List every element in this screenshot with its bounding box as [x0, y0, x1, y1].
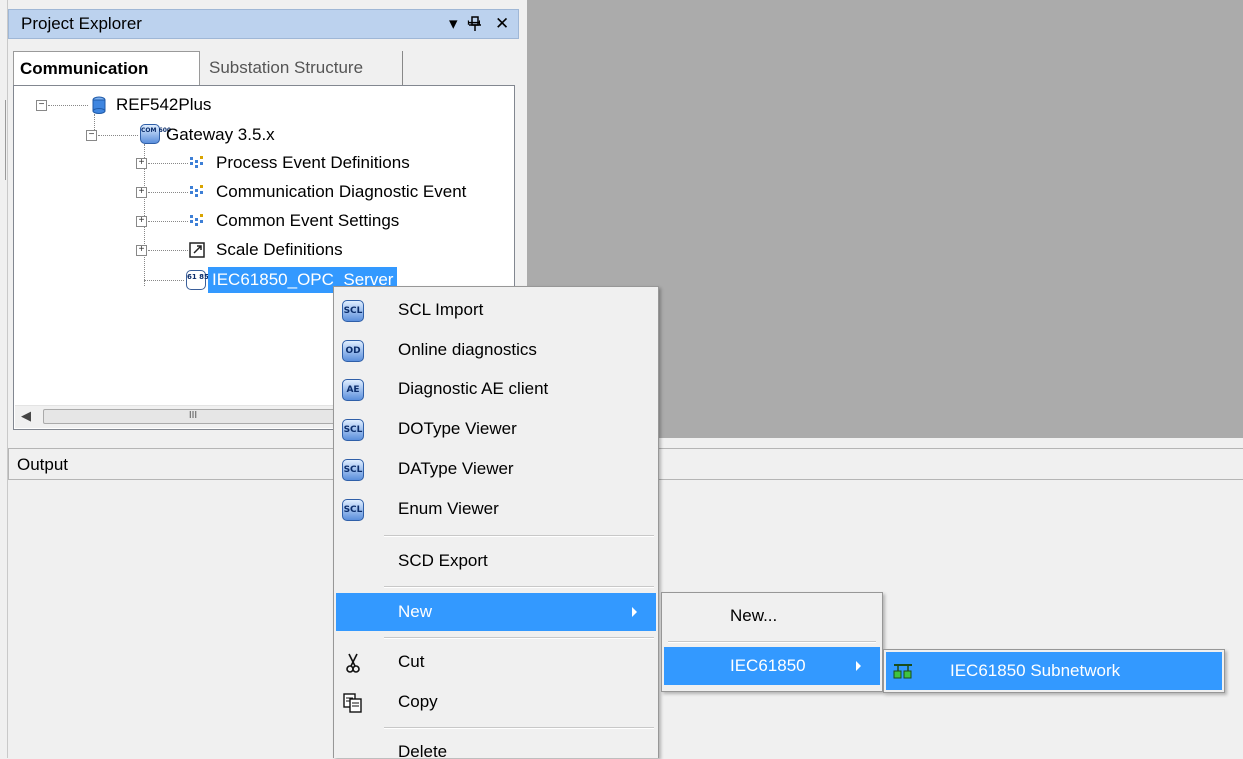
event-definitions-icon [190, 214, 203, 226]
tab-communication[interactable]: Communication [13, 51, 200, 85]
menu-item-enum-viewer[interactable]: SCL Enum Viewer [336, 490, 656, 528]
menu-separator [384, 535, 654, 537]
pin-shape-icon [469, 16, 481, 31]
event-definitions-icon [190, 185, 203, 197]
tree-item-communication-diagnostic-event[interactable]: + Communication Diagnostic Event [136, 179, 516, 205]
scale-icon [189, 242, 205, 258]
tree-item-label: Communication Diagnostic Event [216, 182, 467, 201]
close-icon[interactable]: ✕ [495, 12, 509, 36]
menu-item-online-diagnostics[interactable]: OD Online diagnostics [336, 331, 656, 369]
copy-icon [343, 693, 362, 713]
od-icon: OD [342, 340, 364, 362]
tree-item-label: Common Event Settings [216, 211, 400, 230]
iec61850-icon: 61 850 [186, 270, 214, 290]
menu-item-delete[interactable]: Delete [336, 733, 656, 759]
menu-item-diagnostic-ae-client[interactable]: AE Diagnostic AE client [336, 370, 656, 408]
scl-icon: SCL [342, 419, 364, 441]
tree-item-label: REF542Plus [116, 95, 212, 114]
scl-icon: SCL [342, 499, 364, 521]
scl-icon: SCL [342, 300, 364, 322]
tree-item-gateway[interactable]: − COM 600 Gateway 3.5.x [86, 122, 386, 148]
expand-icon[interactable]: + [136, 158, 147, 169]
menu-item-datype-viewer[interactable]: SCL DAType Viewer [336, 450, 656, 488]
expand-icon[interactable]: + [136, 216, 147, 227]
menu-item-cut[interactable]: Cut [336, 643, 656, 681]
database-icon [92, 96, 106, 114]
menu-item-iec61850[interactable]: IEC61850 [664, 647, 880, 685]
collapse-icon[interactable]: − [86, 130, 97, 141]
iec61850-submenu: IEC61850 Subnetwork [883, 649, 1225, 693]
splitter[interactable] [5, 100, 6, 180]
event-definitions-icon [190, 156, 203, 168]
menu-item-scd-export[interactable]: SCD Export [336, 542, 656, 580]
panel-title: Output [17, 455, 69, 474]
tree-item-ref542plus[interactable]: − REF542Plus [36, 92, 336, 118]
menu-item-copy[interactable]: Copy [336, 683, 656, 721]
ae-icon: AE [342, 379, 364, 401]
menu-separator [384, 586, 654, 588]
menu-item-new[interactable]: New [336, 593, 656, 631]
collapse-icon[interactable]: − [36, 100, 47, 111]
scroll-thumb[interactable]: III [43, 409, 343, 424]
com600-icon: COM 600 [140, 124, 171, 144]
dropdown-icon[interactable]: ▾ [449, 12, 458, 36]
menu-item-scl-import[interactable]: SCL SCL Import [336, 291, 656, 329]
scl-icon: SCL [342, 459, 364, 481]
menu-item-dotype-viewer[interactable]: SCL DOType Viewer [336, 410, 656, 448]
tree-item-scale-definitions[interactable]: + Scale Definitions [136, 237, 516, 263]
tree-item-common-event-settings[interactable]: + Common Event Settings [136, 208, 516, 234]
tree-item-process-event-definitions[interactable]: + Process Event Definitions [136, 150, 516, 176]
submenu-arrow-icon [632, 607, 637, 617]
tab-substation-structure[interactable]: Substation Structure [203, 51, 403, 85]
expand-icon[interactable]: + [136, 245, 147, 256]
project-explorer-header: Project Explorer ▾ ꟷ ✕ [8, 9, 519, 39]
scroll-left-icon[interactable]: ◀ [21, 408, 31, 424]
expand-icon[interactable]: + [136, 187, 147, 198]
tree-item-label: Gateway 3.5.x [166, 125, 275, 144]
menu-separator [384, 727, 654, 729]
new-submenu: New... IEC61850 [661, 592, 883, 692]
tree-item-label: Process Event Definitions [216, 153, 410, 172]
scissors-icon [346, 653, 360, 673]
menu-separator [384, 637, 654, 639]
menu-item-new-ellipsis[interactable]: New... [664, 597, 880, 635]
menu-separator [668, 641, 876, 643]
subnetwork-icon [893, 664, 912, 679]
tree-item-label: Scale Definitions [216, 240, 343, 259]
menu-item-iec61850-subnetwork[interactable]: IEC61850 Subnetwork [886, 652, 1222, 690]
panel-title: Project Explorer [21, 14, 142, 33]
context-menu: SCL SCL Import OD Online diagnostics AE … [333, 286, 659, 759]
submenu-arrow-icon [856, 661, 861, 671]
